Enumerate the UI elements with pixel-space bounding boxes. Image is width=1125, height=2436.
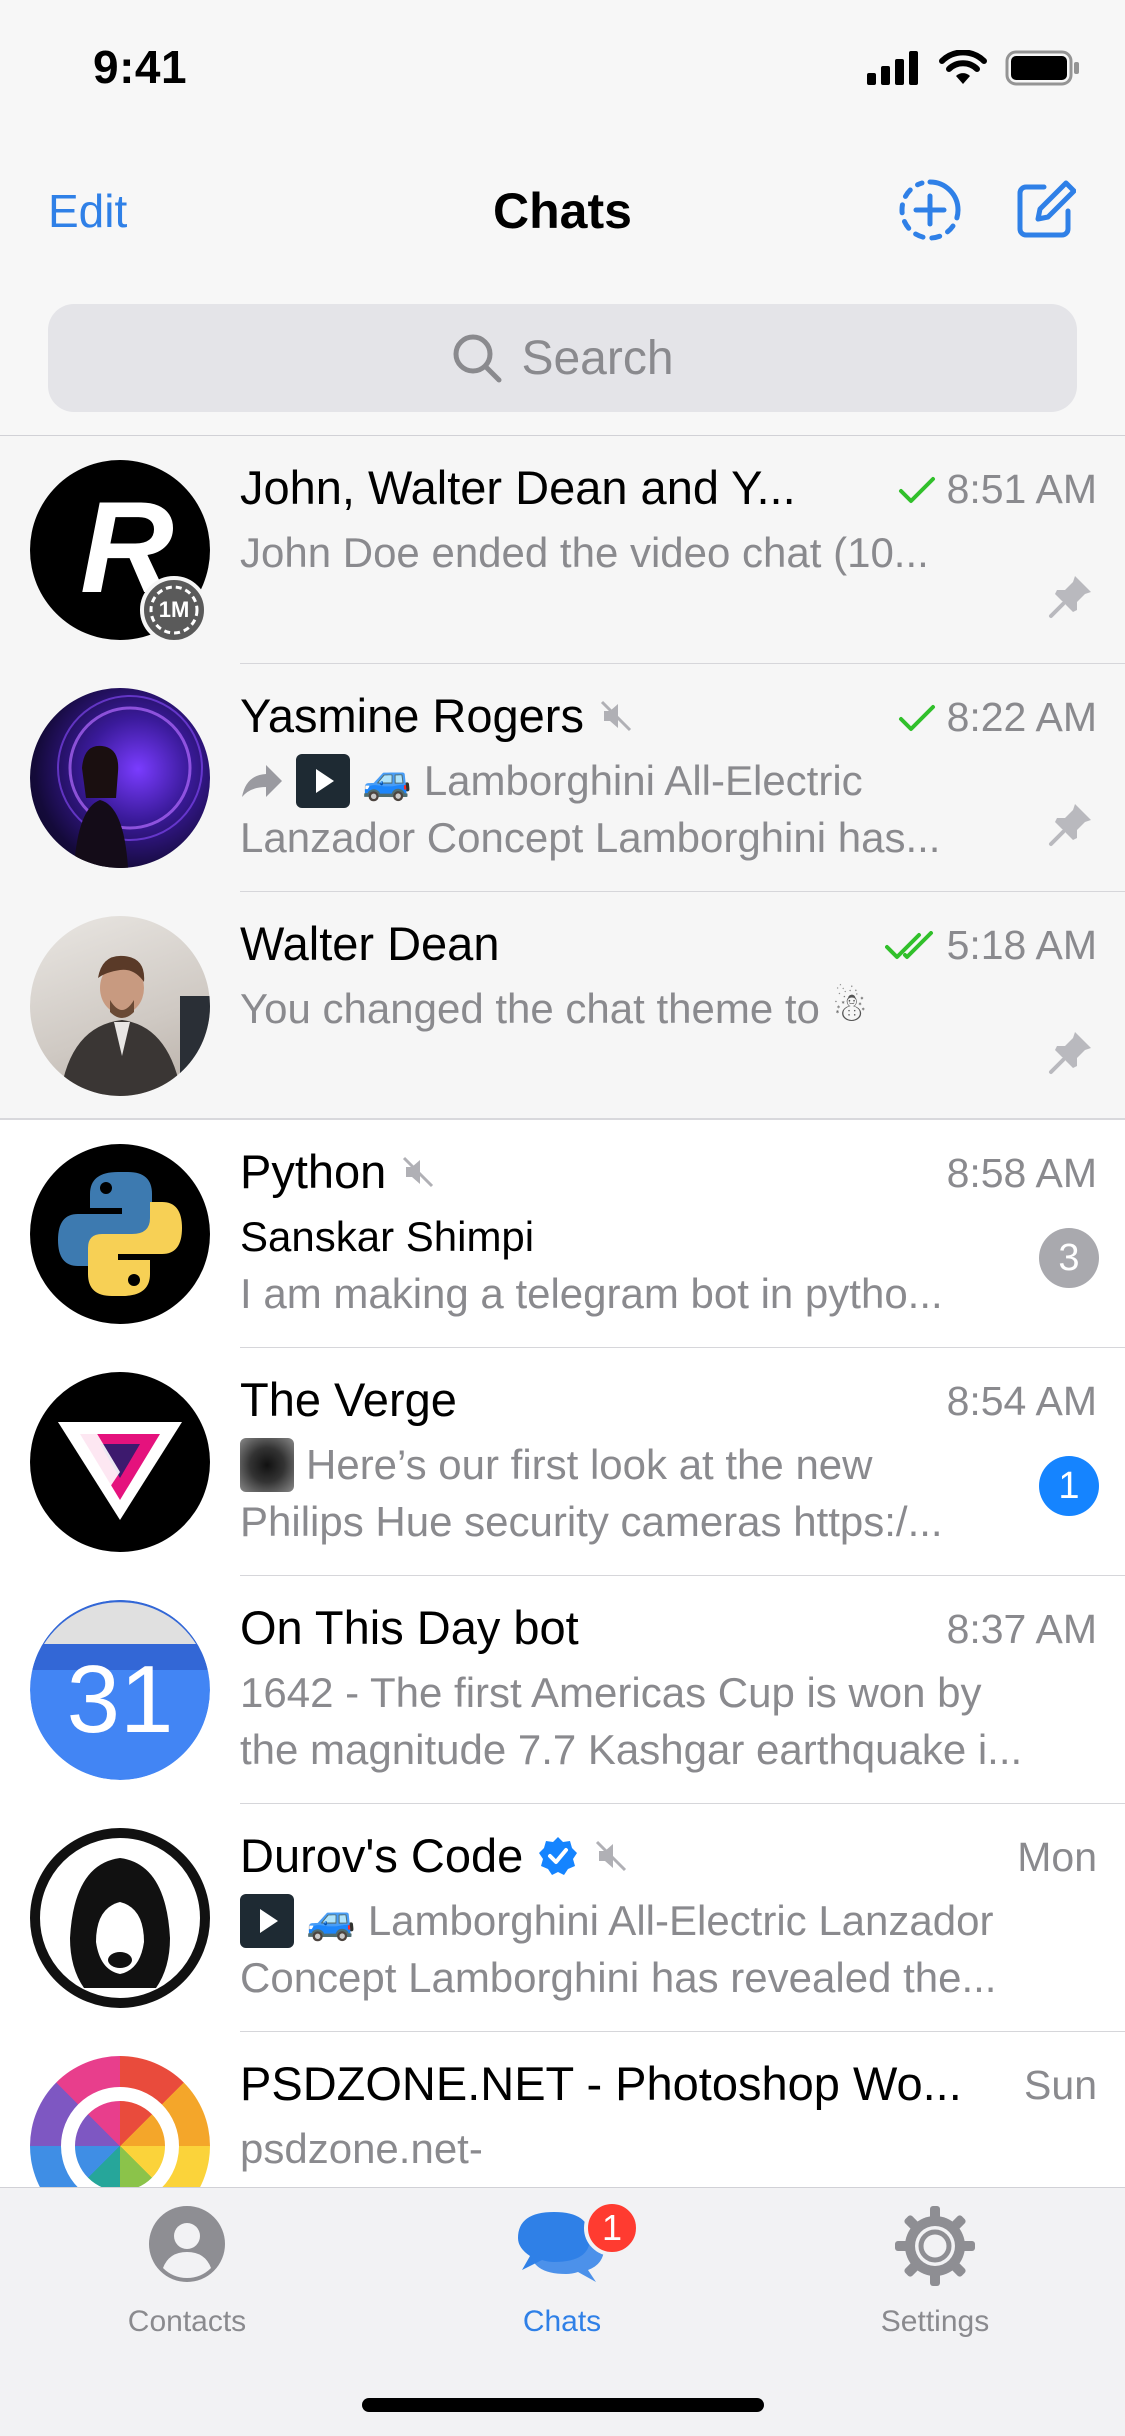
camera-thumbnail-icon xyxy=(240,1437,294,1492)
chat-preview: 🚙 Lamborghini All-Electric Lanzador Conc… xyxy=(240,1892,1097,2006)
edit-button[interactable]: Edit xyxy=(48,184,127,238)
chat-name: Python xyxy=(240,1144,436,1199)
battery-icon xyxy=(1005,50,1079,86)
python-logo-icon xyxy=(58,1172,182,1296)
chat-row-walter-dean[interactable]: Walter Dean 5:18 AM You changed the chat… xyxy=(0,892,1125,1120)
tab-bar: Contacts 1 Chats Settings xyxy=(0,2187,1125,2436)
chat-row-on-this-day-bot[interactable]: 31 On This Day bot 8:37 AM 1642 - The fi… xyxy=(0,1576,1125,1804)
chat-name: Yasmine Rogers xyxy=(240,688,634,743)
add-story-icon xyxy=(899,179,961,241)
chat-preview: Here’s our first look at the new Philips… xyxy=(240,1436,1015,1550)
tab-chats[interactable]: 1 Chats xyxy=(432,2188,692,2368)
video-thumbnail-icon xyxy=(240,1893,294,1948)
search-icon xyxy=(453,334,502,383)
avatar xyxy=(30,916,210,1096)
muted-icon xyxy=(596,1840,627,1871)
new-story-button[interactable] xyxy=(898,178,962,242)
car-emoji-icon: 🚙 xyxy=(306,1897,356,1943)
tab-label: Chats xyxy=(522,2305,602,2338)
chat-name: The Verge xyxy=(240,1373,457,1426)
unread-count-badge: 3 xyxy=(1039,1228,1099,1288)
chat-name: Durov's Code xyxy=(240,1828,629,1883)
chat-preview: psdzone.net- xyxy=(240,2125,483,2172)
sent-check-icon xyxy=(898,704,935,731)
unread-count-badge: 1 xyxy=(1039,1456,1099,1516)
navigation-bar: Edit Chats xyxy=(0,132,1125,292)
muted-icon xyxy=(600,700,632,731)
sent-check-icon xyxy=(898,476,935,503)
wifi-icon xyxy=(939,50,987,84)
compose-icon xyxy=(1017,180,1076,238)
chat-time: Sun xyxy=(1024,2062,1097,2108)
search-placeholder: Search xyxy=(521,331,674,385)
person-circle-icon xyxy=(149,2206,225,2282)
calendar-icon: 31 xyxy=(30,1600,210,1780)
chat-time: 8:37 AM xyxy=(946,1606,1097,1652)
chat-name: PSDZONE.NET - Photoshop Wo... xyxy=(240,2057,962,2110)
preview-sender: Sanskar Shimpi xyxy=(240,1213,535,1260)
muted-icon xyxy=(403,1156,434,1187)
unread-tab-badge: 1 xyxy=(584,2200,640,2256)
home-indicator xyxy=(362,2398,764,2412)
tab-label: Settings xyxy=(880,2305,990,2338)
pin-icon xyxy=(1049,1032,1091,1074)
chat-name: On This Day bot xyxy=(240,1601,579,1654)
portrait-photo-icon xyxy=(60,955,210,1096)
cellular-signal-icon xyxy=(867,51,918,85)
chat-row-yasmine-rogers[interactable]: Yasmine Rogers 8:22 AM 🚙 Lamborghini All… xyxy=(0,664,1125,892)
car-emoji-icon: 🚙 xyxy=(362,757,412,803)
chat-time: 5:18 AM xyxy=(884,922,1097,969)
chat-time: 8:54 AM xyxy=(946,1378,1097,1424)
verge-logo-icon xyxy=(58,1422,182,1520)
gear-icon xyxy=(895,2206,975,2286)
chat-list: R 1M John, Walter Dean and Y... 8:51 AM … xyxy=(0,436,1125,2260)
chat-time: 8:22 AM xyxy=(897,694,1097,741)
forward-arrow-icon xyxy=(242,764,282,797)
portrait-photo-icon xyxy=(57,695,203,868)
search-input[interactable]: Search xyxy=(48,304,1077,412)
chat-row-the-verge[interactable]: The Verge 8:54 AM Here’s our first look … xyxy=(0,1348,1125,1576)
chat-row-durovs-code[interactable]: Durov's Code Mon 🚙 Lamborghini All-Elect… xyxy=(0,1804,1125,2032)
status-icons xyxy=(867,50,1081,86)
chat-name: Walter Dean xyxy=(240,917,500,970)
chat-time: 8:51 AM xyxy=(897,466,1097,513)
chat-preview: John Doe ended the video chat (10... xyxy=(240,529,929,576)
chat-row-python[interactable]: Python 8:58 AM Sanskar Shimpi I am makin… xyxy=(0,1120,1125,1348)
chat-preview: Sanskar Shimpi I am making a telegram bo… xyxy=(240,1208,1015,1322)
calendar-day-label: 31 xyxy=(67,1646,174,1753)
chat-time: 8:58 AM xyxy=(946,1150,1097,1196)
search-area: Search xyxy=(0,292,1125,436)
avatar: 31 xyxy=(30,1600,210,1780)
read-double-check-icon xyxy=(884,930,933,959)
chat-preview: 🚙 Lamborghini All-Electric Lanzador Conc… xyxy=(240,752,1015,866)
snowman-emoji: ☃ xyxy=(831,985,868,1031)
chat-time: Mon xyxy=(1017,1834,1097,1880)
chat-name: John, Walter Dean and Y... xyxy=(240,461,796,514)
chat-preview: 1642 - The first Americas Cup is won by … xyxy=(240,1669,1023,1773)
tab-contacts[interactable]: Contacts xyxy=(57,2188,317,2368)
chat-preview: You changed the chat theme to ☃ xyxy=(240,980,1015,1037)
compose-button[interactable] xyxy=(1013,178,1077,242)
hooded-figure-icon xyxy=(70,1858,170,1988)
avatar xyxy=(30,1828,210,2008)
tab-settings[interactable]: Settings xyxy=(805,2188,1065,2368)
status-bar: 9:41 xyxy=(0,0,1125,132)
pin-icon xyxy=(1049,576,1091,618)
avatar xyxy=(30,1372,210,1552)
status-time: 9:41 xyxy=(93,41,188,93)
tab-label: Contacts xyxy=(127,2305,247,2338)
verified-badge-icon xyxy=(539,1836,578,1875)
screen: 9:41 Edit Chats Search R 1M John, Walter… xyxy=(0,0,1125,2436)
chat-row-group-call[interactable]: R 1M John, Walter Dean and Y... 8:51 AM … xyxy=(0,436,1125,664)
timer-label: 1M xyxy=(158,597,190,622)
pin-icon xyxy=(1049,804,1091,846)
avatar xyxy=(30,688,210,868)
video-thumbnail-icon xyxy=(296,753,350,808)
auto-delete-timer-badge: 1M xyxy=(140,576,208,644)
avatar xyxy=(30,1144,210,1324)
